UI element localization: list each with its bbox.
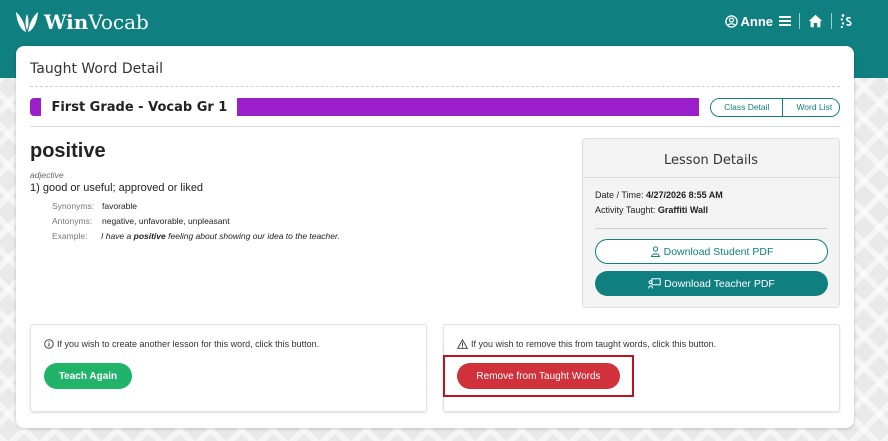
grade-link-group: Class Detail Word List	[710, 97, 841, 117]
user-name: Anne	[740, 13, 774, 29]
lesson-title-divider	[583, 177, 839, 178]
brand-logo[interactable]: WinVocab	[14, 10, 149, 34]
word-list-button[interactable]: Word List	[782, 98, 840, 116]
example-highlight-word: positive	[133, 231, 166, 241]
lesson-date-row: Date / Time: 4/27/2026 8:55 AM	[595, 190, 723, 200]
download-teacher-pdf-button[interactable]: Download Teacher PDF	[595, 271, 828, 296]
menu-icon	[779, 16, 791, 26]
antonyms-label: Antonyms:	[52, 216, 93, 226]
logo-leaf-icon	[16, 12, 38, 32]
grade-label: First Grade - Vocab Gr 1	[51, 99, 228, 115]
teach-again-button[interactable]: Teach Again	[44, 363, 132, 389]
synonyms-row: Synonyms: favorable	[52, 201, 137, 211]
user-icon	[724, 14, 738, 28]
synonyms-label: Synonyms:	[52, 201, 95, 211]
nav-divider	[799, 13, 800, 29]
grade-color-stripe	[237, 98, 700, 116]
warning-icon	[457, 339, 468, 349]
nav-divider	[831, 13, 832, 29]
remove-word-message: If you wish to remove this from taught w…	[457, 339, 716, 349]
word-definition: 1) good or useful; approved or liked	[30, 182, 204, 194]
synonyms-value: favorable	[102, 201, 137, 211]
example-sentence: I have a positive feeling about showing …	[101, 231, 340, 241]
sparkle-button[interactable]	[840, 13, 852, 29]
lesson-activity-row: Activity Taught: Graffiti Wall	[595, 205, 709, 215]
download-student-pdf-button[interactable]: Download Student PDF	[595, 239, 828, 264]
antonyms-row: Antonyms: negative, unfavorable, unpleas…	[52, 216, 230, 226]
lesson-date-value: 4/27/2026 8:55 AM	[646, 190, 723, 200]
sparkle-icon	[840, 14, 852, 29]
part-of-speech: adjective	[30, 170, 64, 180]
grade-color-cap	[30, 98, 42, 116]
title-divider	[30, 86, 840, 87]
info-icon	[44, 339, 54, 349]
grade-divider	[30, 126, 840, 127]
lesson-activity-value: Graffiti Wall	[657, 205, 709, 215]
home-button[interactable]	[808, 14, 823, 28]
top-nav: Anne	[724, 13, 853, 29]
grade-bar: First Grade - Vocab Gr 1 Class Detail Wo…	[30, 97, 841, 117]
lesson-details-divider	[595, 228, 827, 229]
taught-word-card: Taught Word Detail First Grade - Vocab G…	[16, 46, 854, 428]
example-row: Example: I have a positive feeling about…	[52, 231, 340, 241]
student-pdf-icon	[650, 246, 660, 257]
teacher-pdf-icon	[648, 278, 661, 289]
remove-from-taught-words-button[interactable]: Remove from Taught Words	[457, 363, 620, 389]
class-detail-button[interactable]: Class Detail	[711, 98, 783, 116]
lesson-details-title: Lesson Details	[664, 153, 758, 168]
example-label: Example:	[52, 231, 88, 241]
page-title: Taught Word Detail	[30, 61, 164, 77]
teach-again-message: If you wish to create another lesson for…	[44, 339, 319, 349]
remove-word-box: If you wish to remove this from taught w…	[443, 324, 840, 412]
teach-again-box: If you wish to create another lesson for…	[30, 324, 427, 412]
lesson-details-panel: Lesson Details Date / Time: 4/27/2026 8:…	[582, 138, 840, 308]
home-icon	[808, 14, 823, 28]
word-term: positive	[30, 140, 106, 162]
user-menu-button[interactable]: Anne	[724, 13, 791, 29]
app-name: WinVocab	[44, 10, 149, 34]
antonyms-value: negative, unfavorable, unpleasant	[102, 216, 230, 226]
